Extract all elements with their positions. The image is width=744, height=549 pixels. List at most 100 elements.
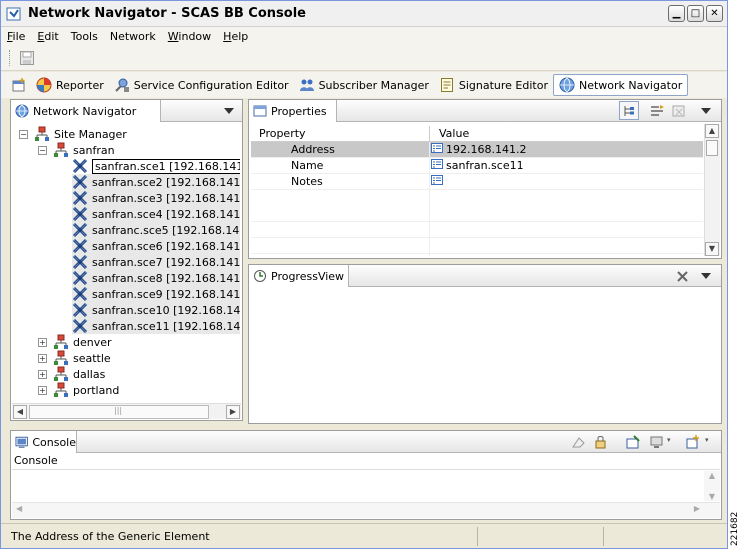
tab-network-navigator[interactable]: Network Navigator: [11, 100, 161, 122]
tree-node-device[interactable]: sanfran.sce4 [192.168.141.1: [72, 206, 240, 222]
tree-node-denver[interactable]: + denver: [38, 334, 112, 350]
menu-tools[interactable]: Tools: [65, 30, 104, 43]
tree-node-device[interactable]: sanfran.sce6 [192.168.141.2: [72, 238, 240, 254]
sce-device-icon: [72, 302, 88, 318]
perspective-network-navigator[interactable]: Network Navigator: [552, 74, 689, 96]
column-header-property[interactable]: Property: [251, 127, 429, 140]
menu-edit[interactable]: Edit: [31, 30, 64, 43]
console-vertical-scrollbar[interactable]: ▲ ▼: [704, 471, 720, 501]
expand-icon[interactable]: +: [38, 385, 47, 395]
tree-node-seattle[interactable]: + seattle: [38, 350, 111, 366]
clear-console-icon[interactable]: [571, 435, 587, 449]
vertical-scroll-thumb[interactable]: [706, 140, 718, 156]
subscriber-icon: [299, 77, 315, 93]
perspective-label: Service Configuration Editor: [133, 78, 289, 92]
view-menu-icon[interactable]: [224, 107, 234, 115]
pin-console-icon[interactable]: [625, 435, 641, 449]
collapse-icon[interactable]: −: [38, 145, 47, 155]
tree-view-icon: [624, 106, 634, 116]
filter-advanced-icon[interactable]: [649, 104, 665, 118]
perspective-label: Reporter: [56, 78, 104, 92]
tree-node-device[interactable]: sanfran.sce7 [192.168.141.1: [72, 254, 240, 270]
console-output[interactable]: [12, 471, 703, 501]
property-name: Notes: [291, 175, 323, 188]
properties-menu-icon[interactable]: [701, 107, 711, 115]
console-scroll-right-icon[interactable]: ▶: [694, 504, 700, 513]
scroll-left-arrow[interactable]: ◀: [13, 405, 27, 419]
save-icon[interactable]: [19, 50, 35, 66]
open-console-dropdown-icon[interactable]: ▾: [705, 436, 709, 444]
show-categories-button[interactable]: [619, 101, 639, 120]
scroll-right-arrow[interactable]: ▶: [226, 405, 240, 419]
perspective-service-configuration-editor[interactable]: Service Configuration Editor: [109, 74, 294, 96]
toolbar-grip[interactable]: [9, 50, 12, 66]
perspective-signature-editor[interactable]: Signature Editor: [434, 74, 553, 96]
tree-node-device[interactable]: sanfran.sce2 [192.168.141.9: [72, 174, 240, 190]
console-scroll-up-icon[interactable]: ▲: [704, 471, 720, 480]
display-console-dropdown-icon[interactable]: ▾: [667, 436, 671, 444]
tree-node-dallas[interactable]: + dallas: [38, 366, 105, 382]
globe-icon: [559, 77, 575, 93]
perspective-reporter[interactable]: Reporter: [31, 74, 109, 96]
tree-node-device[interactable]: sanfranc.sce5 [192.168.141.6: [72, 222, 240, 238]
tree-node-label: sanfran: [73, 143, 115, 157]
column-header-value[interactable]: Value: [439, 127, 469, 140]
tree-node-label: sanfran.sce11 [192.168.141.2: [92, 319, 240, 333]
minimize-button[interactable]: ▁: [668, 5, 685, 22]
remove-all-icon[interactable]: [675, 269, 691, 283]
console-horizontal-scrollbar[interactable]: ◀ ▶: [12, 502, 720, 518]
scroll-thumb[interactable]: |||: [29, 405, 209, 419]
open-perspective-icon[interactable]: [11, 77, 27, 93]
close-button[interactable]: ✕: [706, 5, 723, 22]
progress-tab-label: ProgressView: [271, 269, 345, 283]
maximize-button[interactable]: □: [687, 5, 704, 22]
scroll-up-arrow[interactable]: ▲: [705, 124, 719, 138]
expand-icon[interactable]: +: [38, 353, 47, 363]
expand-icon[interactable]: +: [38, 369, 47, 379]
property-value[interactable]: 192.168.141.2: [431, 143, 526, 156]
perspective-label: Signature Editor: [458, 78, 548, 92]
collapse-icon[interactable]: −: [19, 129, 28, 139]
property-row[interactable]: Notes: [251, 174, 703, 190]
tree-node-label: denver: [73, 335, 112, 349]
display-console-icon[interactable]: [649, 435, 665, 449]
scroll-lock-icon[interactable]: [594, 435, 610, 449]
progress-menu-icon[interactable]: [701, 272, 711, 280]
sce-device-icon: [72, 222, 88, 238]
tree-node-sanfran[interactable]: − sanfran: [38, 142, 115, 158]
tree-node-device[interactable]: sanfran.sce1 [192.168.141.10]: [72, 158, 240, 174]
tree-node-site-manager[interactable]: − Site Manager: [19, 126, 127, 142]
scroll-down-arrow[interactable]: ▼: [705, 242, 719, 256]
progress-view-panel: ProgressView: [248, 264, 722, 424]
properties-vertical-scrollbar[interactable]: ▲ ▼: [704, 124, 720, 256]
window-title: Network Navigator - SCAS BB Console: [28, 6, 306, 21]
perspective-subscriber-manager[interactable]: Subscriber Manager: [294, 74, 434, 96]
console-scroll-down-icon[interactable]: ▼: [704, 492, 720, 501]
property-value[interactable]: [431, 175, 446, 188]
property-value-text: 192.168.141.2: [446, 143, 527, 156]
expand-icon[interactable]: +: [38, 337, 47, 347]
tab-console[interactable]: Console: [11, 431, 77, 453]
tab-progress-view[interactable]: ProgressView: [249, 265, 349, 287]
tree-node-device[interactable]: sanfran.sce10 [192.168.141.3: [72, 302, 240, 318]
tree-node-device[interactable]: sanfran.sce3 [192.168.141.1: [72, 190, 240, 206]
restore-default-icon[interactable]: [672, 104, 688, 118]
menu-network[interactable]: Network: [104, 30, 162, 43]
title-bar[interactable]: Network Navigator - SCAS BB Console ▁ □ …: [1, 1, 727, 27]
console-scroll-left-icon[interactable]: ◀: [16, 504, 22, 513]
tab-properties[interactable]: Properties: [249, 100, 337, 122]
tree-node-portland[interactable]: + portland: [38, 382, 119, 398]
tree-node-device[interactable]: sanfran.sce8 [192.168.141.2: [72, 270, 240, 286]
menu-help[interactable]: Help: [217, 30, 254, 43]
horizontal-scrollbar[interactable]: ◀ ||| ▶: [12, 403, 241, 419]
property-value[interactable]: sanfran.sce11: [431, 159, 524, 172]
tree-node-device[interactable]: sanfran.sce11 [192.168.141.2: [72, 318, 240, 334]
menu-window[interactable]: Window: [162, 30, 217, 43]
menu-file[interactable]: File: [1, 30, 31, 43]
property-row[interactable]: Address 192.168.141.2: [251, 142, 703, 158]
open-console-icon[interactable]: [685, 435, 701, 449]
property-row[interactable]: Name sanfran.sce11: [251, 158, 703, 174]
properties-table: Property Value Address 192.168.141.2 Name s…: [251, 124, 703, 256]
tree-node-device[interactable]: sanfran.sce9 [192.168.141.0: [72, 286, 240, 302]
site-icon: [53, 350, 69, 366]
